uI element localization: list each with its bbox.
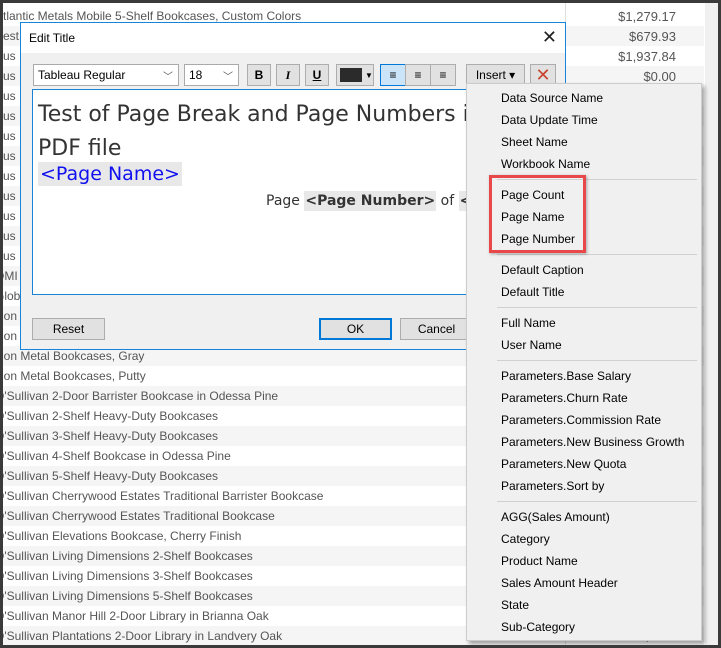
product-name: Bus [0, 69, 16, 83]
menu-item[interactable]: AGG(Sales Amount) [467, 506, 701, 528]
menu-item[interactable]: User Name [467, 334, 701, 356]
font-size-value: 18 [189, 68, 203, 82]
insert-menu: Data Source Name Data Update Time Sheet Na… [466, 83, 702, 641]
menu-item[interactable]: Sub-Category [467, 616, 701, 638]
menu-item[interactable]: Sheet Name [467, 131, 701, 153]
product-name: O'Sullivan Cherrywood Estates Traditiona… [0, 509, 275, 523]
product-name: Hon Metal Bookcases, Putty [0, 369, 146, 383]
text-color-picker[interactable]: ▼ [336, 64, 374, 86]
menu-separator [467, 303, 701, 312]
menu-item[interactable]: Data Source Name [467, 87, 701, 109]
product-name: Bus [0, 249, 16, 263]
product-name: O'Sullivan Living Dimensions 2-Shelf Boo… [0, 549, 253, 563]
product-name: Bus [0, 89, 16, 103]
menu-item[interactable]: Parameters.New Business Growth [467, 431, 701, 453]
page-fields-highlight [489, 175, 586, 253]
menu-item[interactable]: Default Caption [467, 259, 701, 281]
font-family-value: Tableau Regular [38, 68, 126, 82]
product-name: O'Sullivan Plantations 2-Door Library in… [0, 629, 283, 643]
page-number-line: Page <Page Number> of <Page Count> [266, 191, 477, 211]
sales-amount: $1,937.84 [618, 48, 676, 64]
product-name: O'Sullivan Living Dimensions 3-Shelf Boo… [0, 569, 253, 583]
font-size-select[interactable]: 18 ﹀ [184, 64, 239, 86]
product-name: O'Sullivan Living Dimensions 5-Shelf Boo… [0, 589, 253, 603]
menu-item[interactable]: Parameters.Sort by [467, 475, 701, 497]
product-name: Bus [0, 129, 16, 143]
product-name: O'Sullivan Elevations Bookcase, Cherry F… [0, 529, 242, 543]
title-text: Test of Page Break and Page Numbers in PD… [38, 102, 478, 161]
menu-item[interactable]: Default Title [467, 281, 701, 303]
underline-button[interactable]: U [305, 64, 329, 86]
sales-amount: $1,279.17 [618, 8, 676, 24]
product-name: OMI [0, 269, 18, 283]
align-right-button[interactable]: ≡ [430, 64, 456, 86]
product-name: Bus [0, 109, 16, 123]
menu-separator [467, 356, 701, 365]
menu-item[interactable]: Parameters.Base Salary [467, 365, 701, 387]
cancel-button[interactable]: Cancel [400, 318, 473, 340]
title-editor[interactable]: Test of Page Break and Page Numbers in PD… [32, 89, 478, 295]
product-name: Glob [0, 289, 21, 303]
menu-item[interactable]: Full Name [467, 312, 701, 334]
product-name: Bus [0, 189, 16, 203]
menu-item[interactable]: Sales Amount Header [467, 572, 701, 594]
font-family-select[interactable]: Tableau Regular ﹀ [33, 64, 179, 86]
menu-item[interactable]: Workbook Name [467, 153, 701, 175]
dialog-titlebar: Edit Title [21, 23, 565, 53]
align-center-button[interactable]: ≡ [405, 64, 431, 86]
sales-amount: $0.00 [643, 68, 676, 84]
reset-button[interactable]: Reset [32, 318, 105, 340]
close-icon[interactable]: ✕ [542, 27, 557, 48]
align-left-button[interactable]: ≡ [380, 64, 406, 86]
scrollbar[interactable] [705, 0, 721, 648]
product-name: Hon [0, 309, 18, 323]
product-name: Bus [0, 149, 16, 163]
menu-item[interactable]: State [467, 594, 701, 616]
align-center-icon: ≡ [414, 68, 422, 82]
chevron-down-icon: ﹀ [163, 71, 173, 83]
bold-button[interactable]: B [247, 64, 271, 86]
product-name: O'Sullivan 2-Door Barrister Bookcase in … [0, 389, 279, 403]
menu-item[interactable]: Parameters.Commission Rate [467, 409, 701, 431]
color-swatch [340, 68, 362, 82]
product-name: O'Sullivan Cherrywood Estates Traditiona… [0, 489, 324, 503]
menu-separator [467, 497, 701, 506]
product-name: Best [0, 29, 20, 43]
menu-item[interactable]: Parameters.Churn Rate [467, 387, 701, 409]
product-name: O'Sullivan 5-Shelf Heavy-Duty Bookcases [0, 469, 219, 483]
chevron-down-icon: ﹀ [223, 71, 233, 83]
product-name: O'Sullivan Manor Hill 2-Door Library in … [0, 609, 269, 623]
ok-button[interactable]: OK [319, 318, 392, 340]
menu-item[interactable]: Category [467, 528, 701, 550]
align-left-icon: ≡ [389, 68, 397, 82]
product-name: O'Sullivan 3-Shelf Heavy-Duty Bookcases [0, 429, 219, 443]
product-name: Hon Metal Bookcases, Gray [0, 349, 145, 363]
align-right-icon: ≡ [439, 68, 447, 82]
product-name: Bus [0, 209, 16, 223]
sales-amount: $679.93 [629, 28, 676, 44]
page-name-token: <Page Name> [38, 162, 182, 186]
menu-item[interactable]: Parameters.New Quota [467, 453, 701, 475]
dialog-title: Edit Title [29, 31, 76, 45]
product-name: Bus [0, 229, 16, 243]
product-name: O'Sullivan 2-Shelf Heavy-Duty Bookcases [0, 409, 219, 423]
product-name: Bus [0, 49, 16, 63]
product-name: Bus [0, 169, 16, 183]
product-name: Hon [0, 329, 18, 343]
dropdown-arrow-icon: ▼ [365, 70, 373, 80]
page-number-token: <Page Number> [304, 191, 437, 211]
menu-item[interactable]: Data Update Time [467, 109, 701, 131]
menu-item[interactable]: Product Name [467, 550, 701, 572]
product-name: O'Sullivan 4-Shelf Bookcase in Odessa Pi… [0, 449, 231, 463]
product-name: Atlantic Metals Mobile 5-Shelf Bookcases… [0, 9, 302, 23]
italic-button[interactable]: I [276, 64, 300, 86]
